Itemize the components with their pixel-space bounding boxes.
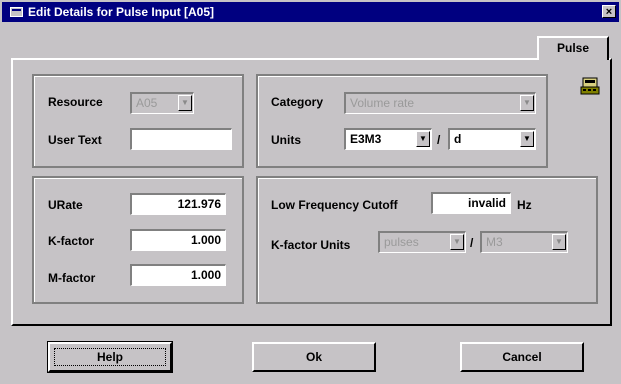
kfactor-units-select[interactable]: pulses ▼ — [378, 231, 466, 253]
low-frequency-cutoff-input[interactable]: invalid — [431, 192, 511, 214]
category-value: Volume rate — [350, 96, 415, 110]
kfactor-units-label: K-factor Units — [271, 238, 351, 252]
edit-details-dialog: Edit Details for Pulse Input [A05] × Pul… — [0, 0, 621, 384]
category-label: Category — [271, 95, 324, 109]
urate-input[interactable]: 121.976 — [130, 193, 226, 215]
time-units-select[interactable]: d ▼ — [448, 128, 536, 150]
window-icon — [10, 7, 23, 17]
units-select[interactable]: E3M3 ▼ — [344, 128, 432, 150]
dropdown-arrow-icon[interactable]: ▼ — [552, 234, 566, 250]
calculator-icon[interactable] — [580, 77, 600, 95]
kfactor-label: K-factor — [48, 234, 95, 248]
units-label: Units — [271, 133, 301, 147]
hz-unit-label: Hz — [517, 198, 532, 212]
ok-button[interactable]: Ok — [252, 342, 376, 372]
time-units-value: d — [454, 132, 462, 146]
resource-label: Resource — [48, 95, 103, 109]
mfactor-label: M-factor — [48, 271, 96, 285]
low-frequency-cutoff-label: Low Frequency Cutoff — [271, 198, 398, 212]
cancel-button-label: Cancel — [502, 350, 542, 364]
units-value: E3M3 — [350, 132, 382, 146]
tab-pulse[interactable]: Pulse — [537, 36, 609, 60]
kfactor-units-value: pulses — [384, 235, 419, 249]
dropdown-arrow-icon[interactable]: ▼ — [416, 131, 430, 147]
title-bar[interactable]: Edit Details for Pulse Input [A05] × — [2, 2, 619, 22]
kfactor-volume-select[interactable]: M3 ▼ — [480, 231, 568, 253]
cancel-button[interactable]: Cancel — [460, 342, 584, 372]
category-group — [256, 74, 548, 168]
ok-button-label: Ok — [305, 350, 322, 364]
resource-value: A05 — [136, 96, 158, 110]
kfactor-input[interactable]: 1.000 — [130, 229, 226, 251]
resource-select[interactable]: A05 ▼ — [130, 92, 194, 114]
dropdown-arrow-icon[interactable]: ▼ — [520, 131, 534, 147]
user-text-label: User Text — [48, 133, 102, 147]
mfactor-input[interactable]: 1.000 — [130, 264, 226, 286]
kfactor-units-separator: / — [470, 236, 474, 250]
dropdown-arrow-icon[interactable]: ▼ — [520, 95, 534, 111]
kfactor-volume-value: M3 — [486, 235, 503, 249]
user-text-input[interactable] — [130, 128, 232, 150]
resource-group — [32, 74, 244, 168]
dropdown-arrow-icon[interactable]: ▼ — [450, 234, 464, 250]
dropdown-arrow-icon[interactable]: ▼ — [178, 95, 192, 111]
urate-label: URate — [48, 198, 83, 212]
focus-rectangle — [54, 348, 166, 366]
close-button[interactable]: × — [602, 5, 616, 18]
category-select[interactable]: Volume rate ▼ — [344, 92, 536, 114]
window-title: Edit Details for Pulse Input [A05] — [28, 5, 215, 19]
units-separator: / — [437, 133, 441, 147]
help-button[interactable]: Help — [47, 341, 173, 373]
